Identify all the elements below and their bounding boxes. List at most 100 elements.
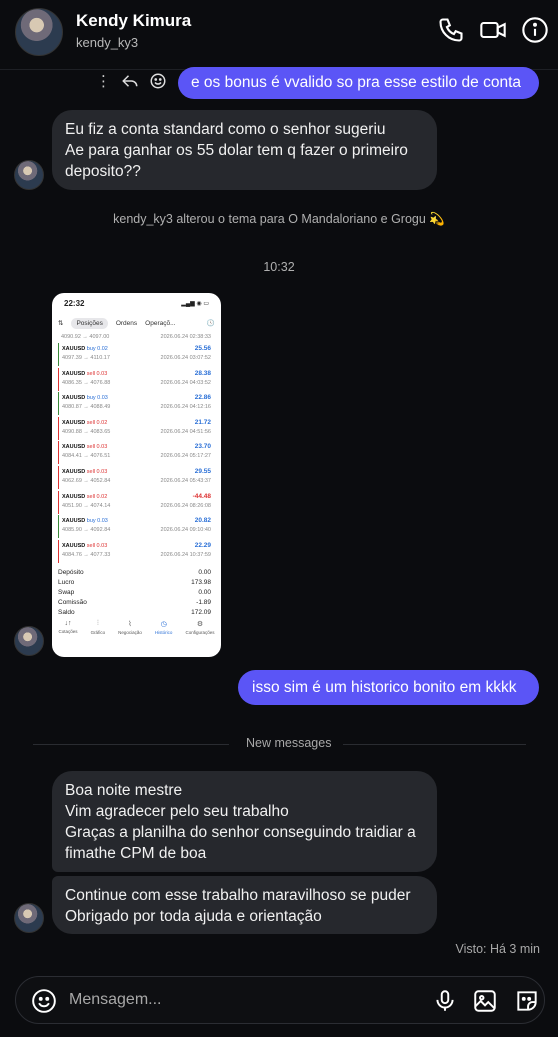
- trade-profit: 20.82: [194, 517, 211, 525]
- message-text: e os bonus é vvalido so pra esse estilo …: [191, 74, 522, 91]
- message-input[interactable]: Mensagem...: [69, 991, 161, 1009]
- trade-profit: 22.29: [194, 541, 211, 549]
- nav-label: Configurações: [185, 630, 215, 635]
- trade-direction: buy 0.03: [86, 395, 108, 402]
- trade-icon: ⌇: [128, 621, 132, 628]
- summary-label: Depósito: [58, 569, 84, 576]
- trade-profit: 21.72: [194, 418, 211, 426]
- summary-value: -1.89: [196, 599, 211, 606]
- app-nav: ↓↑ Cotações ⫶ Gráfico ⌇ Negociação ◷ Históri…: [52, 620, 221, 646]
- nav-quotes: ↓↑ Cotações: [59, 620, 78, 646]
- sender-avatar[interactable]: [14, 626, 44, 656]
- trade-row: XAUUSD sell 0.03 4084.76 → 4077.33 22.29 20…: [58, 539, 215, 563]
- trade-row: XAUUSD buy 0.03 4085.90 → 4092.84 20.82 202…: [58, 515, 215, 539]
- sender-avatar[interactable]: [14, 903, 44, 933]
- more-options-icon[interactable]: ⋮: [96, 72, 111, 90]
- message-bubble-incoming[interactable]: Continue com esse trabalho maravilhoso s…: [52, 876, 437, 934]
- contact-avatar[interactable]: [15, 8, 63, 56]
- nav-label: Negociação: [118, 630, 142, 635]
- trade-prices: 4062.69 → 4052.84: [62, 478, 111, 484]
- trade-date: 2026.06.24 03:07:52: [160, 355, 211, 361]
- message-line: Boa noite mestre: [65, 782, 183, 799]
- nav-chart: ⫶ Gráfico: [91, 620, 106, 646]
- new-messages-label: New messages: [246, 736, 332, 750]
- image-icon[interactable]: [472, 988, 498, 1014]
- message-line: Vim agradecer pelo seu trabalho: [65, 803, 289, 820]
- message-line: Continue com esse trabalho maravilhoso s…: [65, 887, 411, 904]
- summary-value: 173.98: [191, 579, 211, 586]
- sender-avatar[interactable]: [14, 160, 44, 190]
- trade-prices: 4085.90 → 4092.84: [62, 527, 111, 534]
- trade-direction: sell 0.03: [86, 542, 108, 549]
- sticker-icon[interactable]: [514, 988, 540, 1014]
- trade-date: 2026.06.24 04:03:52: [160, 379, 211, 386]
- contact-username[interactable]: kendy_ky3: [76, 35, 138, 50]
- info-icon[interactable]: [521, 16, 549, 44]
- nav-label: Cotações: [58, 629, 78, 634]
- trade-symbol: XAUUSD sell 0.02: [62, 493, 108, 500]
- trade-profit: 23.70: [194, 443, 211, 451]
- shared-image[interactable]: 22:32 ▂▄▆ ◉ ▭ ⇅ Posições Ordens Operaçõ.…: [52, 293, 221, 657]
- trade-direction: buy 0.03: [86, 518, 108, 525]
- contact-name[interactable]: Kendy Kimura: [76, 11, 191, 31]
- reply-icon[interactable]: [121, 72, 139, 90]
- video-call-icon[interactable]: [479, 16, 507, 44]
- summary-label: Lucro: [58, 579, 75, 586]
- message-composer: Mensagem...: [15, 976, 545, 1024]
- trade-prices: 4080.87 → 4088.49: [62, 404, 111, 411]
- trade-tabs: ⇅ Posições Ordens Operaçõ... 🕓: [58, 316, 215, 330]
- trade-date: 2026.06.24 09:10:40: [160, 527, 211, 534]
- history-icon: ◷: [160, 621, 167, 628]
- message-bubble-outgoing[interactable]: e os bonus é vvalido so pra esse estilo …: [178, 67, 539, 99]
- nav-trade: ⌇ Negociação: [118, 620, 142, 646]
- tab-operations: Operaçõ...: [145, 319, 176, 327]
- summary-label: Saldo: [58, 609, 75, 616]
- trade-row: XAUUSD sell 0.02 4051.90 → 4074.14 -44.48 2…: [58, 490, 215, 514]
- react-emoji-icon[interactable]: [149, 72, 167, 90]
- timestamp: 10:32: [263, 260, 295, 274]
- trade-prices: 4090.88 → 4083.65: [62, 428, 111, 435]
- emoji-icon[interactable]: [31, 988, 57, 1014]
- microphone-icon[interactable]: [432, 988, 458, 1014]
- trade-profit: 28.38: [194, 369, 211, 377]
- nav-history: ◷ Histórico: [155, 620, 173, 646]
- summary-row: Lucro 173.98: [58, 579, 215, 586]
- new-messages-divider: New messages: [0, 736, 558, 754]
- phone-icon[interactable]: [437, 16, 465, 44]
- trade-symbol: XAUUSD sell 0.03: [62, 469, 108, 475]
- chat-header: Kendy Kimura kendy_ky3: [0, 0, 558, 70]
- message-bubble-outgoing[interactable]: isso sim é um historico bonito em kkkk: [238, 670, 539, 705]
- trade-symbol: XAUUSD buy 0.03: [62, 518, 108, 525]
- settings-icon: ⚙: [196, 621, 204, 628]
- divider-line: [33, 744, 229, 745]
- trade-symbol: XAUUSD sell 0.03: [62, 370, 108, 377]
- tab-positions: Posições: [71, 317, 108, 329]
- summary-value: 0.00: [198, 569, 211, 576]
- trade-direction: sell 0.02: [86, 493, 108, 500]
- nav-label: Gráfico: [90, 630, 106, 635]
- summary-label: Comissão: [58, 599, 87, 606]
- theme-change-notice: kendy_ky3 alterou o tema para O Mandalor…: [113, 212, 445, 226]
- nav-label: Histórico: [154, 630, 173, 635]
- message-line: Obrigado por toda ajuda e orientação: [65, 908, 322, 925]
- trade-date: 2026.06.24 10:37:59: [160, 551, 211, 558]
- summary-value: 0.00: [198, 589, 211, 596]
- trade-date: 2026.06.24 04:12:16: [160, 404, 211, 411]
- message-bubble-incoming[interactable]: Boa noite mestre Vim agradecer pelo seu …: [52, 771, 437, 872]
- message-bubble-incoming[interactable]: Eu fiz a conta standard como o senhor su…: [52, 110, 437, 190]
- trade-date: 2026.06.24 05:17:27: [160, 453, 211, 460]
- summary-row: Depósito 0.00: [58, 569, 215, 576]
- phone-status-time: 22:32: [64, 299, 85, 308]
- trade-symbol: XAUUSD sell 0.02: [62, 419, 108, 426]
- trade-row: XAUUSD sell 0.03 4062.69 → 4052.84 29.55 20…: [58, 466, 215, 489]
- clock-icon: 🕓: [206, 320, 215, 327]
- message-line: fimathe CPM de boa: [65, 845, 207, 862]
- seen-status: Visto: Há 3 min: [455, 942, 540, 956]
- trade-prices: 4086.35 → 4076.88: [62, 379, 111, 386]
- trade-direction: sell 0.02: [86, 419, 108, 426]
- chart-icon: ⫶: [96, 620, 99, 627]
- message-line: Ae para ganhar os 55 dolar tem q fazer o…: [65, 142, 408, 159]
- trade-date: 2026.06.24 08:26:08: [160, 502, 211, 509]
- trade-prices: 4084.41 → 4076.51: [62, 453, 111, 460]
- trade-row: XAUUSD sell 0.02 4090.88 → 4083.65 21.72 20…: [58, 416, 215, 440]
